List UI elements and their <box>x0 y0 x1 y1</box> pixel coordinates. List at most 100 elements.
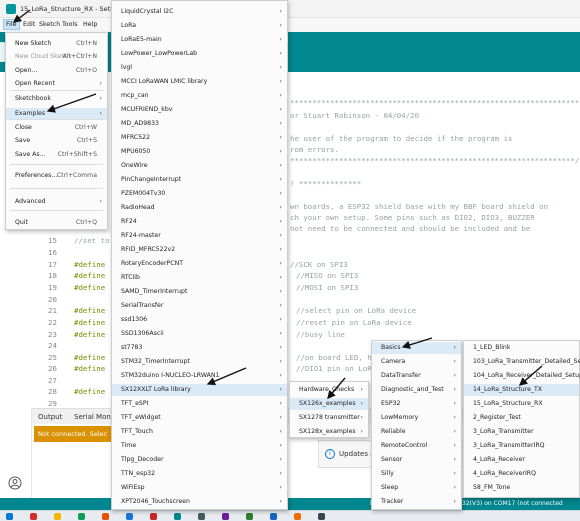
library-ssd1306[interactable]: ssd1306 › <box>112 314 287 326</box>
library-time[interactable]: Time › <box>112 440 287 452</box>
example-category-silly[interactable]: Silly › <box>372 468 461 480</box>
sketch-104-lora-receiver-detailed-setup[interactable]: 104_LoRa_Receiver_Detailed_Setup <box>464 370 580 382</box>
sketch-14-lora-structure-tx[interactable]: 14_LoRa_Structure_TX <box>464 384 579 396</box>
taskbar-app-icon[interactable] <box>54 513 61 520</box>
arduino-app-icon <box>6 4 16 14</box>
board-port-status[interactable]: ra 32(V3) on COM17 (not connected <box>454 500 563 507</box>
example-category-datatransfer[interactable]: DataTransfer › <box>372 370 461 382</box>
library-tft-espi[interactable]: TFT_eSPI › <box>112 398 287 410</box>
library-stm32duino-i-nucleo-lrwan1[interactable]: STM32duino I-NUCLEO-LRWAN1 › <box>112 370 287 382</box>
file-menu-item-open-recent[interactable]: Open Recent › <box>6 78 107 90</box>
file-menu-item-new-sketch[interactable]: New Sketch Ctrl+N <box>6 38 107 50</box>
library-ssd1306ascii[interactable]: SSD1306Ascii › <box>112 328 287 340</box>
library-lorae5-main[interactable]: LoRaE5-main › <box>112 34 287 46</box>
code-comment: //busy line <box>296 330 345 339</box>
example-category-camera[interactable]: Camera › <box>372 356 461 368</box>
file-menu-item-sketchbook[interactable]: Sketchbook › <box>6 93 107 105</box>
library-rtclib[interactable]: RTClib › <box>112 272 287 284</box>
example-category-remotecontrol[interactable]: RemoteControl › <box>372 440 461 452</box>
taskbar-app-icon[interactable] <box>150 513 157 520</box>
library-md-ad9833[interactable]: MD_AD9833 › <box>112 118 287 130</box>
taskbar-app-icon[interactable] <box>78 513 85 520</box>
library-samd-timerinterrupt[interactable]: SAMD_TimerInterrupt › <box>112 286 287 298</box>
taskbar-app-icon[interactable] <box>294 513 301 520</box>
menu-edit[interactable]: Edit <box>23 21 35 28</box>
sx-item-sx128x-examples[interactable]: SX128x_examples › <box>290 426 368 438</box>
menu-tools[interactable]: Tools <box>62 21 78 28</box>
tab-output[interactable]: Output <box>38 413 62 421</box>
library-wifiesp[interactable]: WiFiEsp › <box>112 482 287 494</box>
library-rf24[interactable]: RF24 › <box>112 216 287 228</box>
sketch-1-led-blink[interactable]: 1_LED_Blink <box>464 342 579 354</box>
library-lowpower-lowpowerlab[interactable]: LowPower_LowPowerLab › <box>112 48 287 60</box>
taskbar-app-icon[interactable] <box>126 513 133 520</box>
library-st7783[interactable]: st7783 › <box>112 342 287 354</box>
profile-icon[interactable] <box>8 476 22 490</box>
sx-item-sx126x-examples[interactable]: SX126x_examples › <box>290 398 368 410</box>
example-category-lowmemory[interactable]: LowMemory › <box>372 412 461 424</box>
example-category-esp32[interactable]: ESP32 › <box>372 398 461 410</box>
file-menu-item-close[interactable]: Close Ctrl+W <box>6 122 107 134</box>
library-tlpg-decoder[interactable]: Tlpg_Decoder › <box>112 454 287 466</box>
file-menu-item-new-cloud-sketch[interactable]: New Cloud Sketch Alt+Ctrl+N <box>6 51 107 63</box>
sketch-58-fm-tone[interactable]: 58_FM_Tone <box>464 482 579 494</box>
library-rfid-mfrc522v2[interactable]: RFID_MFRC522v2 › <box>112 244 287 256</box>
library-mcp-can[interactable]: mcp_can › <box>112 90 287 102</box>
taskbar-app-icon[interactable] <box>30 513 37 520</box>
file-menu-item-save-as[interactable]: Save As... Ctrl+Shift+S <box>6 149 107 161</box>
example-category-sleep[interactable]: Sleep › <box>372 482 461 494</box>
library-rotaryencoderpcnt[interactable]: RotaryEncoderPCNT › <box>112 258 287 270</box>
example-category-tracker[interactable]: Tracker › <box>372 496 461 508</box>
taskbar-app-icon[interactable] <box>246 513 253 520</box>
menu-help[interactable]: Help <box>83 21 97 28</box>
tab-serial-monitor[interactable]: Serial Mon <box>74 413 111 421</box>
line-number: 24 <box>48 341 57 350</box>
taskbar-app-icon[interactable] <box>318 513 325 520</box>
sx-item-sx1278-transmitter[interactable]: SX1278 transmitter › <box>290 412 368 424</box>
taskbar-app-icon[interactable] <box>198 513 205 520</box>
library-stm32-timerinterrupt[interactable]: STM32_TimerInterrupt › <box>112 356 287 368</box>
menu-sketch[interactable]: Sketch <box>39 21 60 28</box>
library-pinchangeinterrupt[interactable]: PinChangeInterrupt › <box>112 174 287 186</box>
taskbar-app-icon[interactable] <box>102 513 109 520</box>
file-menu-item-quit[interactable]: Quit Ctrl+Q <box>6 217 107 229</box>
file-menu-item-advanced[interactable]: Advanced › <box>6 196 107 208</box>
sketch-2-register-test[interactable]: 2_Register_Test <box>464 412 579 424</box>
file-menu-item-preferences[interactable]: Preferences... Ctrl+Comma <box>6 170 107 182</box>
example-category-basics[interactable]: Basics › <box>372 342 461 354</box>
sketch-15-lora-structure-rx[interactable]: 15_LoRa_Structure_RX <box>464 398 579 410</box>
library-tft-touch[interactable]: TFT_Touch › <box>112 426 287 438</box>
library-mcci-lorawan-lmic-library[interactable]: MCCI LoRaWAN LMIC library › <box>112 76 287 88</box>
library-radiohead[interactable]: RadioHead › <box>112 202 287 214</box>
library-mcufriend-kbv[interactable]: MCUFRIEND_kbv › <box>112 104 287 116</box>
library-mfrc522[interactable]: MFRC522 › <box>112 132 287 144</box>
example-category-sensor[interactable]: Sensor › <box>372 454 461 466</box>
library-lvgl[interactable]: lvgl › <box>112 62 287 74</box>
sketch-4-lora-receiver[interactable]: 4_LoRa_Receiver <box>464 454 579 466</box>
library-mpu6050[interactable]: MPU6050 › <box>112 146 287 158</box>
library-rf24-master[interactable]: RF24-master › <box>112 230 287 242</box>
taskbar-app-icon[interactable] <box>222 513 229 520</box>
file-menu-item-open[interactable]: Open... Ctrl+O <box>6 65 107 77</box>
library-tft-ewidget[interactable]: TFT_eWidget › <box>112 412 287 424</box>
library-lora[interactable]: LoRa › <box>112 20 287 32</box>
library-onewire[interactable]: OneWire › <box>112 160 287 172</box>
file-menu-item-save[interactable]: Save Ctrl+S <box>6 135 107 147</box>
library-xpt2046-touchscreen[interactable]: XPT2046_Touchscreen › <box>112 496 287 508</box>
example-category-diagnostic-and-test[interactable]: Diagnostic_and_Test › <box>372 384 461 396</box>
library-serialtransfer[interactable]: SerialTransfer › <box>112 300 287 312</box>
arduino-taskbar-icon[interactable] <box>174 513 181 520</box>
sx-item-hardware-checks[interactable]: Hardware_Checks › <box>290 384 368 396</box>
library-pzem004tv30[interactable]: PZEM004Tv30 › <box>112 188 287 200</box>
start-icon[interactable] <box>6 513 13 520</box>
example-category-reliable[interactable]: Reliable › <box>372 426 461 438</box>
sketch-3-lora-transmitter[interactable]: 3_LoRa_Transmitter <box>464 426 579 438</box>
menu-file[interactable]: File <box>3 19 20 30</box>
taskbar-app-icon[interactable] <box>270 513 277 520</box>
sketch-4-lora-receiverirq[interactable]: 4_LoRa_ReceiverIRQ <box>464 468 579 480</box>
library-liquidcrystal-i2c[interactable]: LiquidCrystal I2C › <box>112 6 287 18</box>
library-ttn-esp32[interactable]: TTN_esp32 › <box>112 468 287 480</box>
sketch-103-lora-transmitter-detailed-setup[interactable]: 103_LoRa_Transmitter_Detailed_Setup <box>464 356 580 368</box>
sketch-3-lora-transmitterirq[interactable]: 3_LoRa_TransmitterIRQ <box>464 440 579 452</box>
library-sx12xxlt-lora-library[interactable]: SX12XXLT LoRa library › <box>112 384 287 396</box>
